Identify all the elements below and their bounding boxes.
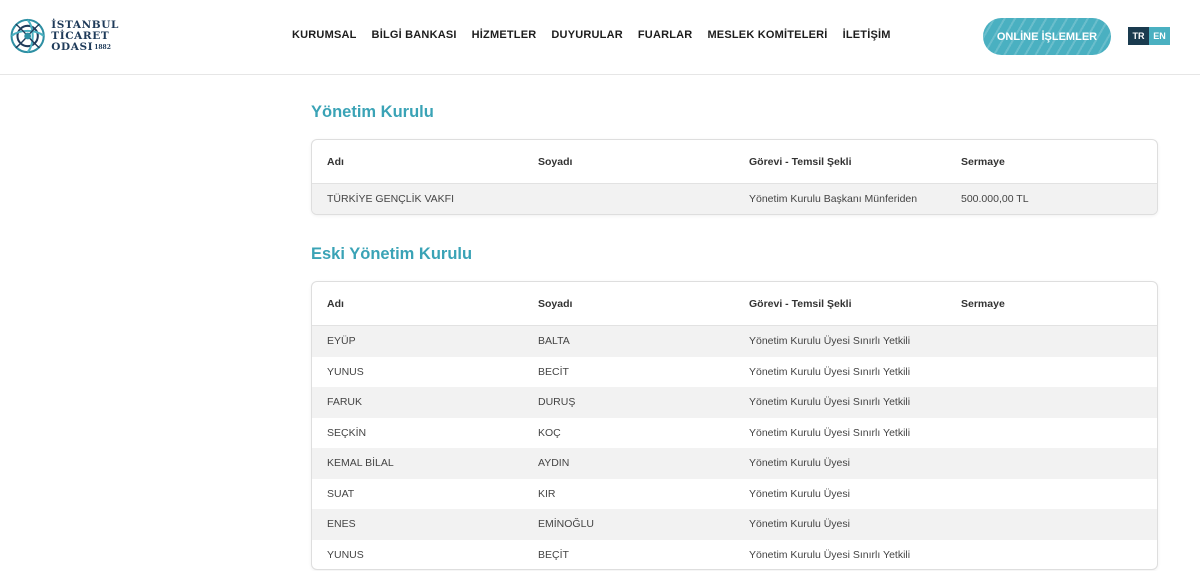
language-switcher: TR EN — [1128, 27, 1170, 45]
nav-bilgi-bankasi[interactable]: BİLGİ BANKASI — [372, 29, 457, 41]
cell-sermaye: 500.000,00 TL — [961, 193, 1029, 205]
cell-soyadi: KOÇ — [538, 426, 561, 439]
board-table-header: Adı Soyadı Görevi - Temsil Şekli Sermaye — [312, 140, 1157, 184]
nav-iletisim[interactable]: İLETİŞİM — [843, 29, 891, 41]
col-adi: Adı — [327, 298, 344, 310]
col-adi: Adı — [327, 156, 344, 168]
old-board-title: Eski Yönetim Kurulu — [311, 245, 473, 263]
nav-duyurular[interactable]: DUYURULAR — [551, 29, 622, 41]
logo-line-1: İSTANBUL — [51, 18, 119, 31]
col-gorevi: Görevi - Temsil Şekli — [749, 298, 852, 310]
table-row: TÜRKİYE GENÇLİK VAKFI Yönetim Kurulu Baş… — [312, 184, 1157, 214]
table-row: EYÜP BALTA Yönetim Kurulu Üyesi Sınırlı … — [312, 326, 1157, 357]
cell-adi: YUNUS — [327, 548, 364, 561]
nav-meslek-komiteleri[interactable]: MESLEK KOMİTELERİ — [707, 29, 827, 41]
cell-adi: ENES — [327, 518, 356, 530]
cell-gorevi: Yönetim Kurulu Üyesi — [749, 487, 850, 500]
cell-soyadi: EMİNOĞLU — [538, 518, 595, 530]
site-header: İSTANBUL TİCARET ODASI1882 KURUMSAL BİLG… — [0, 0, 1200, 75]
table-row: SUAT KIR Yönetim Kurulu Üyesi — [312, 479, 1157, 510]
nav-hizmetler[interactable]: HİZMETLER — [472, 29, 537, 41]
board-table: Adı Soyadı Görevi - Temsil Şekli Sermaye… — [311, 139, 1158, 215]
main-nav: KURUMSAL BİLGİ BANKASI HİZMETLER DUYURUL… — [292, 29, 906, 41]
cell-gorevi: Yönetim Kurulu Üyesi Sınırlı Yetkili — [749, 426, 911, 439]
logo-year: 1882 — [94, 43, 111, 51]
cell-adi: EYÜP — [327, 335, 356, 347]
lang-en-button[interactable]: EN — [1149, 27, 1170, 45]
col-sermaye: Sermaye — [961, 298, 1005, 310]
old-board-table: Adı Soyadı Görevi - Temsil Şekli Sermaye… — [311, 281, 1158, 570]
cell-adi: SUAT — [327, 487, 355, 500]
logo-wordmark: İSTANBUL TİCARET ODASI1882 — [51, 18, 119, 53]
cell-soyadi: BALTA — [538, 335, 570, 347]
cell-adi: FARUK — [327, 396, 363, 408]
table-row: FARUK DURUŞ Yönetim Kurulu Üyesi Sınırlı… — [312, 387, 1157, 418]
table-row: YUNUS BECİT Yönetim Kurulu Üyesi Sınırlı… — [312, 357, 1157, 388]
cell-soyadi: BECİT — [538, 365, 569, 378]
col-soyadi: Soyadı — [538, 298, 573, 310]
cell-gorevi: Yönetim Kurulu Üyesi — [749, 457, 850, 469]
nav-fuarlar[interactable]: FUARLAR — [638, 29, 693, 41]
cell-soyadi: KIR — [538, 487, 556, 500]
cell-gorevi: Yönetim Kurulu Üyesi Sınırlı Yetkili — [749, 396, 911, 408]
table-row: YUNUS BEÇİT Yönetim Kurulu Üyesi Sınırlı… — [312, 540, 1157, 570]
cell-soyadi: AYDIN — [538, 457, 570, 469]
logo-line-3: ODASI — [51, 40, 94, 53]
table-row: SEÇKİN KOÇ Yönetim Kurulu Üyesi Sınırlı … — [312, 418, 1157, 449]
old-board-table-header: Adı Soyadı Görevi - Temsil Şekli Sermaye — [312, 282, 1157, 326]
online-islemler-label: ONLİNE İŞLEMLER — [996, 30, 1098, 43]
col-gorevi: Görevi - Temsil Şekli — [749, 156, 852, 168]
cell-soyadi: DURUŞ — [538, 396, 576, 408]
site-logo[interactable]: İSTANBUL TİCARET ODASI1882 — [9, 13, 119, 59]
nav-kurumsal[interactable]: KURUMSAL — [292, 29, 357, 41]
table-row: ENES EMİNOĞLU Yönetim Kurulu Üyesi — [312, 509, 1157, 540]
col-soyadi: Soyadı — [538, 156, 573, 168]
cell-adi: YUNUS — [327, 365, 364, 378]
cell-adi: SEÇKİN — [327, 426, 367, 439]
online-islemler-button[interactable]: ONLİNE İŞLEMLER — [983, 18, 1111, 55]
ito-logo-mark-icon — [10, 18, 45, 54]
board-title: Yönetim Kurulu — [311, 103, 434, 121]
cell-adi: KEMAL BİLAL — [327, 457, 394, 469]
cell-adi: TÜRKİYE GENÇLİK VAKFI — [327, 193, 454, 205]
table-row: KEMAL BİLAL AYDIN Yönetim Kurulu Üyesi — [312, 448, 1157, 479]
cell-gorevi: Yönetim Kurulu Üyesi Sınırlı Yetkili — [749, 365, 911, 378]
lang-tr-button[interactable]: TR — [1128, 27, 1149, 45]
cell-soyadi: BEÇİT — [538, 548, 569, 561]
cell-gorevi: Yönetim Kurulu Başkanı Münferiden — [749, 193, 918, 205]
cell-gorevi: Yönetim Kurulu Üyesi Sınırlı Yetkili — [749, 548, 911, 561]
cell-gorevi: Yönetim Kurulu Üyesi Sınırlı Yetkili — [749, 335, 911, 347]
cell-gorevi: Yönetim Kurulu Üyesi — [749, 518, 850, 530]
col-sermaye: Sermaye — [961, 156, 1005, 168]
